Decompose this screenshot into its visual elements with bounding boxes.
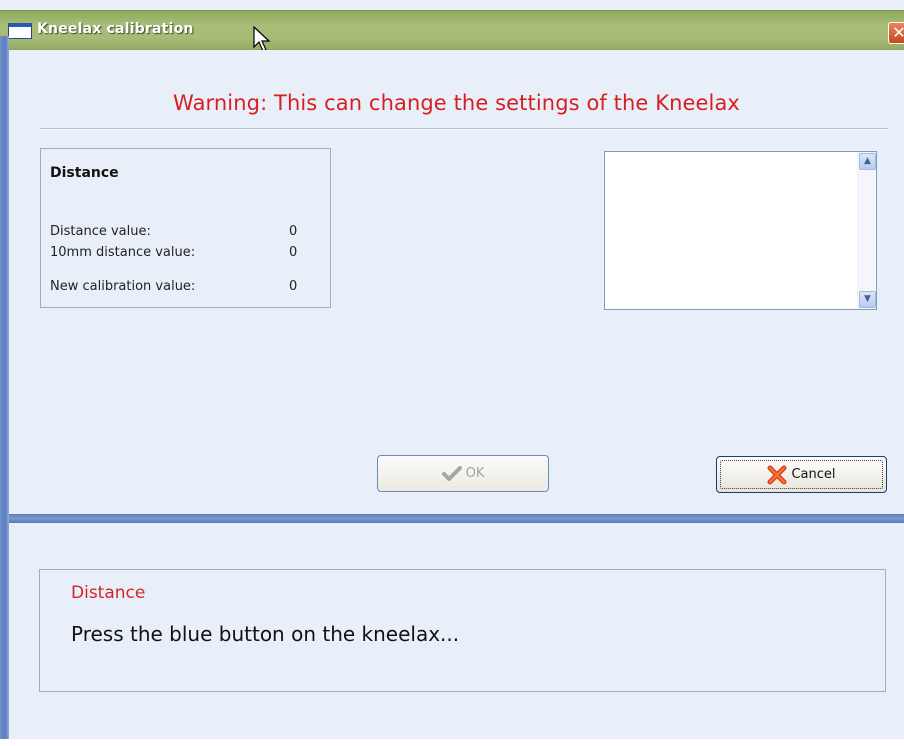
10mm-distance-value-label: 10mm distance value: [50,245,196,260]
cancel-button-label: Cancel [791,467,836,482]
ok-button[interactable]: OK [377,455,549,492]
ok-button-label: OK [465,466,485,481]
distance-value: 0 [289,224,298,239]
close-icon[interactable]: ✕ [888,22,904,44]
distance-groupbox: Distance Distance value: 0 10mm distance… [40,148,331,308]
title-bar[interactable]: Kneelax calibration ✕ [0,10,904,50]
warning-text: Warning: This can change the settings of… [173,91,740,115]
panel-splitter[interactable] [9,514,904,523]
cancel-button[interactable]: Cancel [716,456,887,493]
window-left-border [0,36,9,746]
distance-value-label: Distance value: [50,224,151,239]
calibration-panel: Warning: This can change the settings of… [9,50,904,514]
divider [40,128,888,130]
red-x-icon [767,465,787,484]
window-bottom-border [0,739,904,746]
calibration-window: Kneelax calibration ✕ Warning: This can … [0,0,904,746]
scroll-up-arrow-icon[interactable]: ▲ [859,153,876,170]
distance-group-title: Distance [50,165,119,181]
log-listbox[interactable]: ▲ ▼ [604,151,877,310]
app-window-icon [8,23,32,39]
status-message: Press the blue button on the kneelax... [71,622,460,646]
status-panel: Distance Press the blue button on the kn… [9,523,904,739]
listbox-scrollbar[interactable]: ▲ ▼ [857,152,876,309]
checkmark-icon [441,465,462,481]
scroll-down-arrow-icon[interactable]: ▼ [859,291,876,308]
status-groupbox: Distance Press the blue button on the kn… [39,569,886,692]
status-title: Distance [71,583,146,603]
new-calibration-value: 0 [289,279,298,294]
new-calibration-value-label: New calibration value: [50,279,196,294]
window-title: Kneelax calibration [37,21,194,37]
10mm-distance-value: 0 [289,245,298,260]
